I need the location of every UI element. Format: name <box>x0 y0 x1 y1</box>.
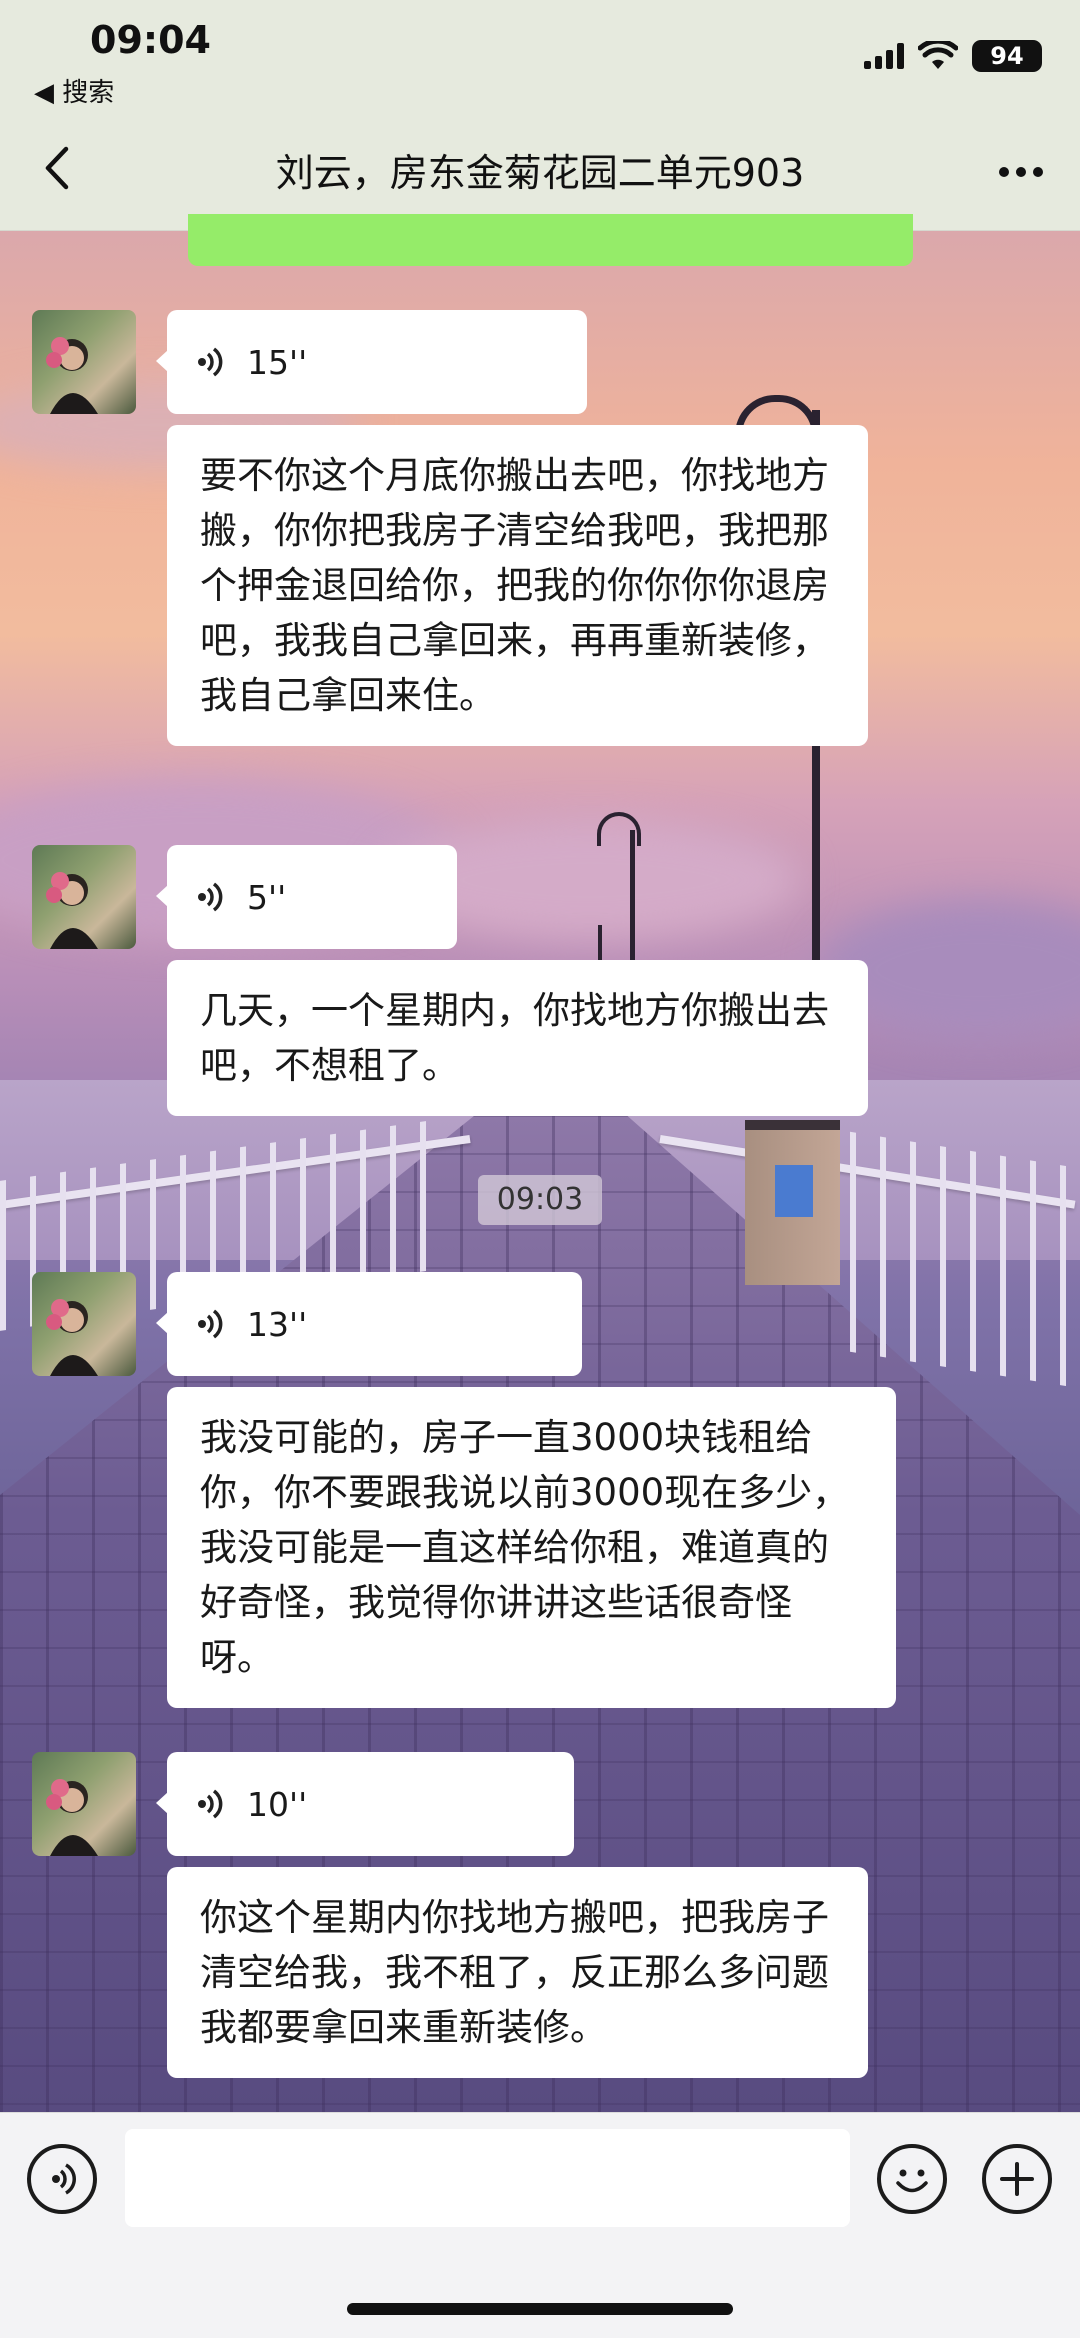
voice-wave-icon <box>198 882 223 912</box>
voice-duration: 10'' <box>247 1784 308 1824</box>
chat-title: 刘云，房东金菊花园二单元903 <box>275 151 805 195</box>
input-bar <box>0 2112 1080 2338</box>
message-timestamp: 09:03 <box>478 1175 602 1225</box>
voice-wave-icon <box>198 1789 223 1819</box>
voice-transcript-bubble: 我没可能的，房子一直3000块钱租给你，你不要跟我说以前3000现在多少，我没可… <box>167 1387 896 1708</box>
voice-wave-icon <box>198 347 223 377</box>
top-bar: 09:04 ◀ 搜索 94 刘云，房东金菊花园二单元903 <box>0 0 1080 231</box>
voice-wave-icon <box>198 1309 223 1339</box>
home-indicator <box>347 2303 733 2315</box>
voice-duration: 13'' <box>247 1304 308 1344</box>
voice-input-icon[interactable] <box>27 2144 97 2214</box>
sent-message-bubble-partial[interactable] <box>188 214 913 266</box>
voice-duration: 15'' <box>247 342 308 382</box>
voice-transcript-bubble: 几天，一个星期内，你找地方你搬出去吧，不想租了。 <box>167 960 868 1116</box>
more-dots-icon[interactable] <box>996 150 1046 190</box>
voice-message-bubble[interactable]: 13'' <box>156 1272 582 1376</box>
voice-transcript-bubble: 你这个星期内你找地方搬吧，把我房子清空给我，我不租了，反正那么多问题我都要拿回来… <box>167 1867 868 2078</box>
voice-message-bubble[interactable]: 10'' <box>156 1752 574 1856</box>
voice-message-bubble[interactable]: 5'' <box>156 845 457 949</box>
avatar[interactable] <box>32 1752 136 1856</box>
status-icons: 94 <box>864 40 1042 72</box>
voice-transcript-bubble: 要不你这个月底你搬出去吧，你找地方搬，你你把我房子清空给我吧，我把那个押金退回给… <box>167 425 868 746</box>
emoji-icon[interactable] <box>877 2144 947 2214</box>
cellular-signal-icon <box>864 43 904 69</box>
plus-icon[interactable] <box>982 2144 1052 2214</box>
avatar[interactable] <box>32 1272 136 1376</box>
voice-message-bubble[interactable]: 15'' <box>156 310 587 414</box>
wifi-icon <box>918 41 958 69</box>
battery-indicator: 94 <box>972 40 1042 72</box>
voice-duration: 5'' <box>247 877 287 917</box>
message-input[interactable] <box>125 2129 850 2227</box>
avatar[interactable] <box>32 310 136 414</box>
status-time: 09:04 <box>90 18 211 62</box>
back-to-app-link[interactable]: ◀ 搜索 <box>34 72 114 109</box>
avatar[interactable] <box>32 845 136 949</box>
